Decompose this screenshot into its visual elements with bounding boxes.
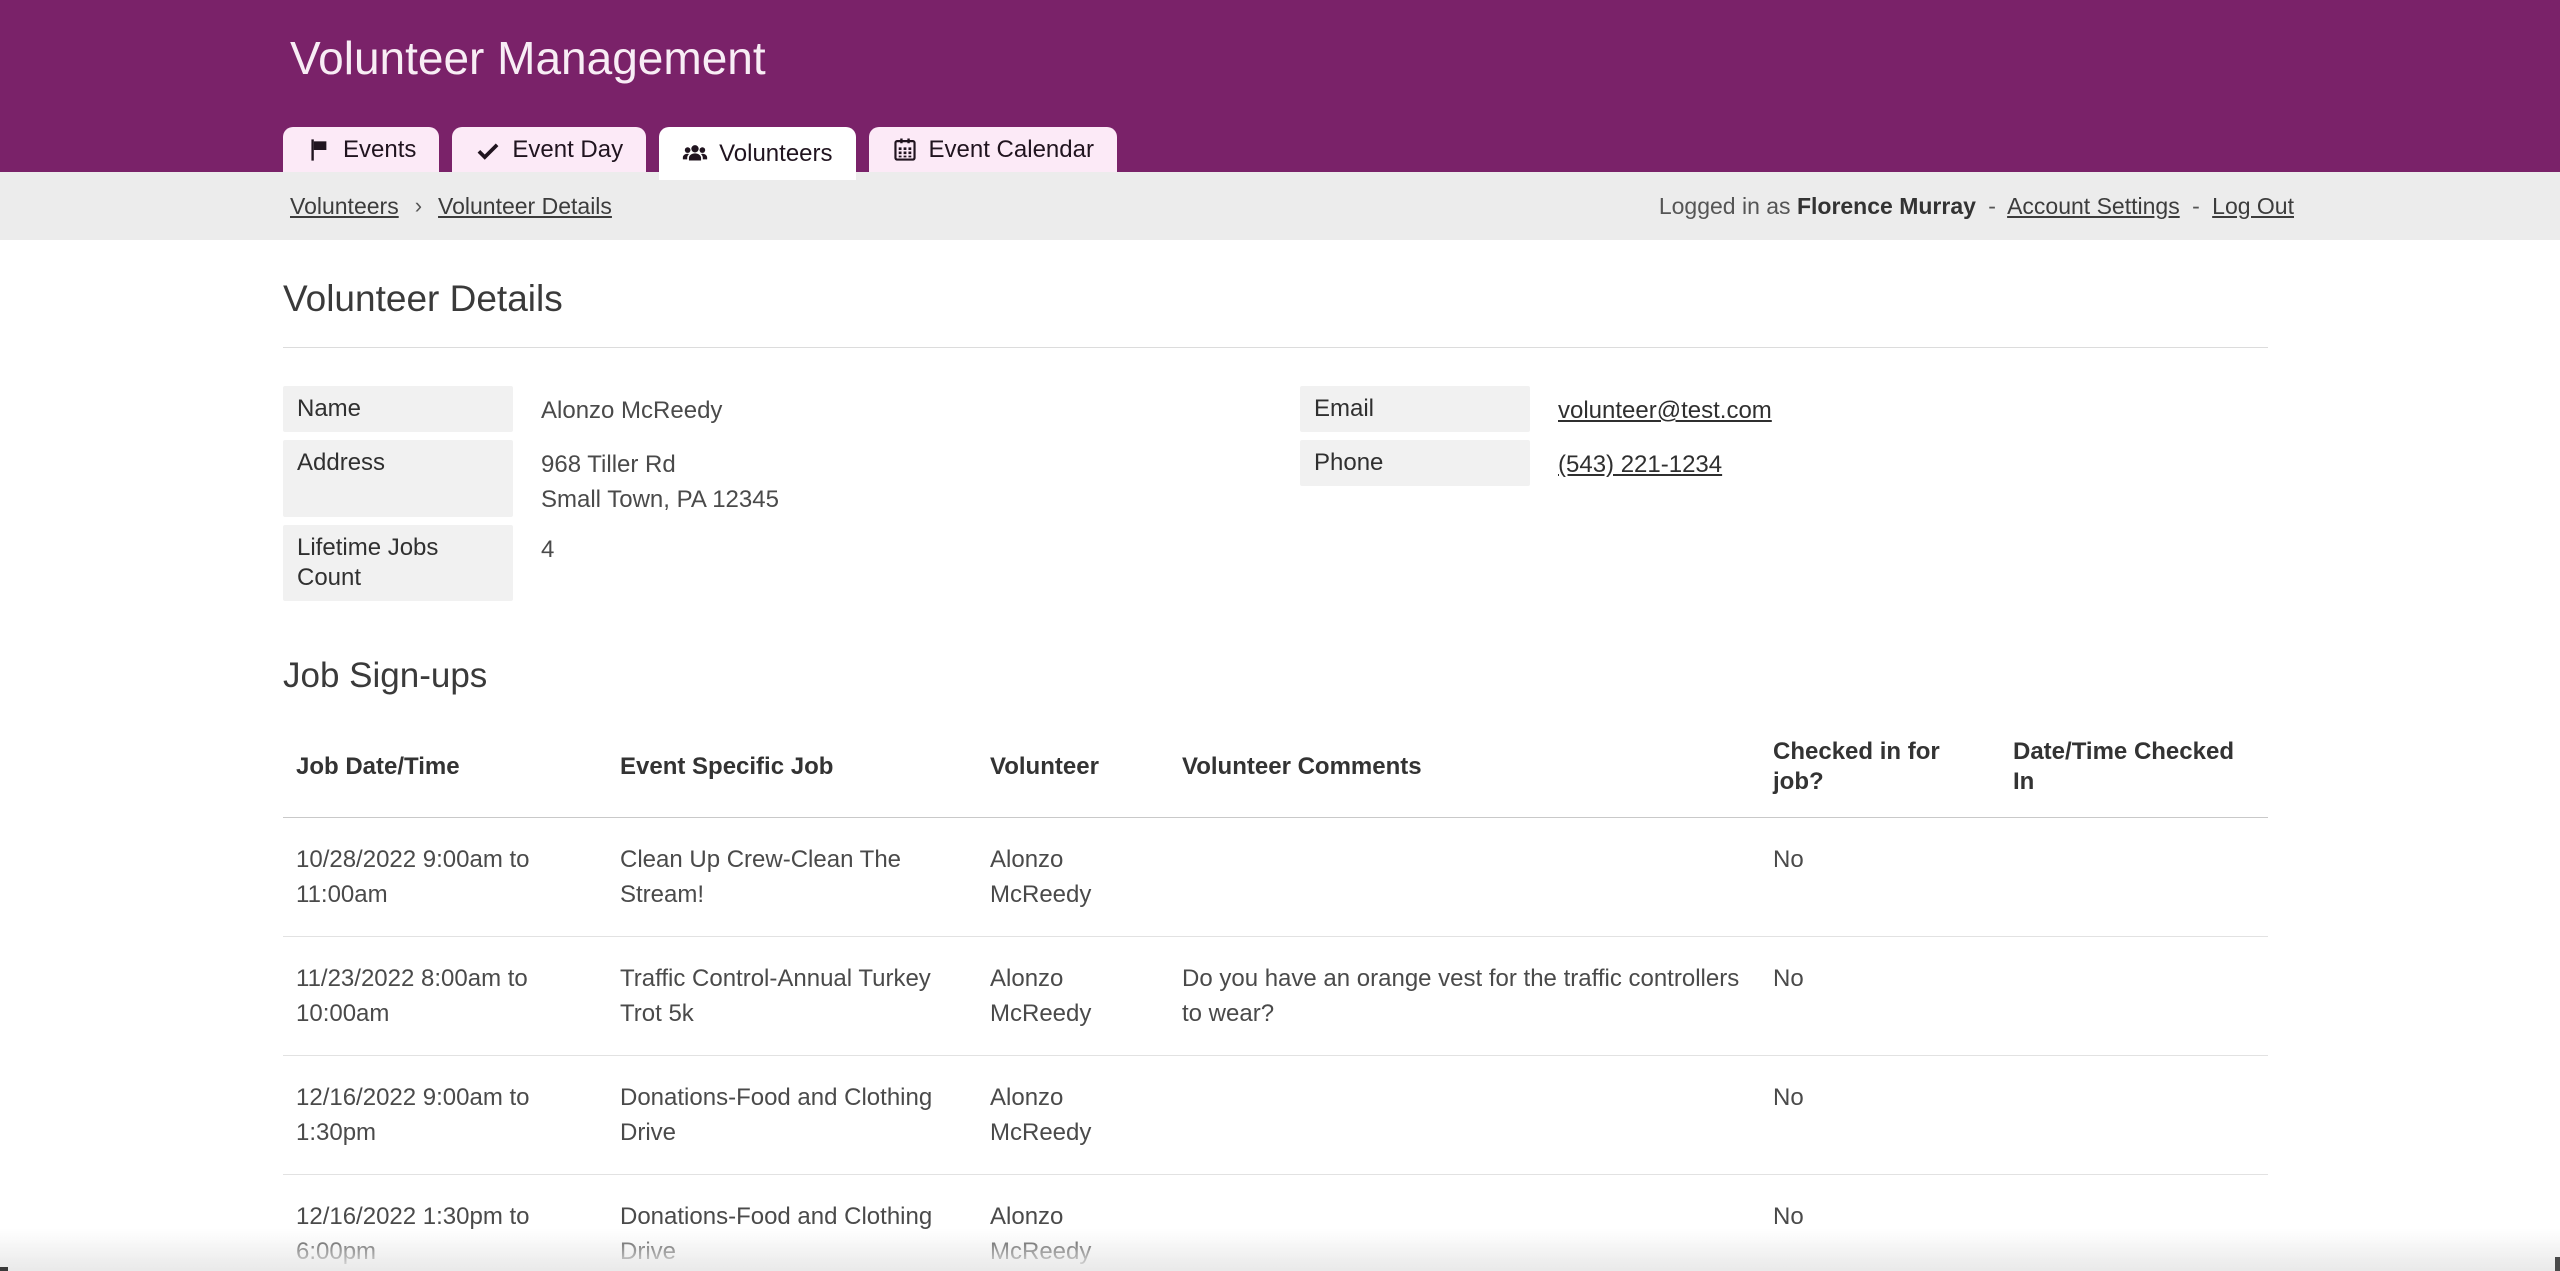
cell-event-specific-job: Donations-Food and Clothing Drive bbox=[607, 1175, 977, 1271]
session-dash: - bbox=[1988, 193, 1996, 219]
cell-job-datetime: 10/28/2022 9:00am to 11:00am bbox=[283, 818, 607, 937]
cell-volunteer: Alonzo McReedy bbox=[977, 937, 1169, 1056]
field-value: volunteer@test.com bbox=[1558, 386, 1772, 432]
field-value: (543) 221-1234 bbox=[1558, 440, 1722, 486]
log-out-link[interactable]: Log Out bbox=[2212, 193, 2294, 219]
field-label: Name bbox=[283, 386, 513, 432]
table-row: 12/16/2022 1:30pm to 6:00pm Donations-Fo… bbox=[283, 1175, 2268, 1271]
cell-checked-in: No bbox=[1760, 1056, 2000, 1175]
cell-job-datetime: 12/16/2022 9:00am to 1:30pm bbox=[283, 1056, 607, 1175]
tab-label: Event Day bbox=[512, 136, 623, 164]
address-line-1: 968 Tiller Rd bbox=[541, 447, 779, 482]
calendar-icon bbox=[892, 137, 918, 163]
field-value: 4 bbox=[541, 525, 554, 601]
cell-volunteer: Alonzo McReedy bbox=[977, 1056, 1169, 1175]
email-link[interactable]: volunteer@test.com bbox=[1558, 397, 1772, 424]
main-tab-bar: Events Event Day Volunteers bbox=[283, 127, 1117, 172]
cell-checked-in: No bbox=[1760, 1175, 2000, 1271]
details-right-column: Email volunteer@test.com Phone (543) 221… bbox=[1300, 386, 1772, 609]
volunteer-details-grid: Name Alonzo McReedy Address 968 Tiller R… bbox=[283, 386, 2268, 609]
cell-checked-in: No bbox=[1760, 818, 2000, 937]
check-icon bbox=[475, 137, 501, 163]
table-header-row: Job Date/Time Event Specific Job Volunte… bbox=[283, 723, 2268, 818]
page-title: Volunteer Management bbox=[0, 0, 2560, 86]
col-header-checked-in: Checked in for job? bbox=[1760, 723, 2000, 818]
field-label: Address bbox=[283, 440, 513, 517]
breadcrumb-volunteers-link[interactable]: Volunteers bbox=[290, 193, 399, 220]
cell-event-specific-job: Traffic Control-Annual Turkey Trot 5k bbox=[607, 937, 977, 1056]
cell-volunteer-comments bbox=[1169, 818, 1760, 937]
tab-events[interactable]: Events bbox=[283, 127, 439, 172]
col-header-job-datetime: Job Date/Time bbox=[283, 723, 607, 818]
cell-event-specific-job: Clean Up Crew-Clean The Stream! bbox=[607, 818, 977, 937]
cell-checked-in-time bbox=[2000, 1056, 2268, 1175]
cell-volunteer: Alonzo McReedy bbox=[977, 1175, 1169, 1271]
tab-event-calendar[interactable]: Event Calendar bbox=[869, 127, 1117, 172]
detail-row-address: Address 968 Tiller Rd Small Town, PA 123… bbox=[283, 440, 1300, 517]
session-username: Florence Murray bbox=[1797, 193, 1976, 219]
app-header: Volunteer Management Events Event Day bbox=[0, 0, 2560, 172]
page-edge-artifact-left bbox=[0, 1267, 8, 1271]
session-dash: - bbox=[2192, 193, 2200, 219]
job-signups-table: Job Date/Time Event Specific Job Volunte… bbox=[283, 723, 2268, 1271]
address-line-2: Small Town, PA 12345 bbox=[541, 482, 779, 517]
breadcrumb-separator-icon: › bbox=[415, 193, 422, 219]
table-row: 11/23/2022 8:00am to 10:00am Traffic Con… bbox=[283, 937, 2268, 1056]
cell-checked-in-time bbox=[2000, 1175, 2268, 1271]
session-prefix: Logged in as bbox=[1659, 193, 1791, 219]
cell-volunteer-comments bbox=[1169, 1056, 1760, 1175]
account-settings-link[interactable]: Account Settings bbox=[2007, 193, 2180, 219]
phone-link[interactable]: (543) 221-1234 bbox=[1558, 451, 1722, 478]
tab-label: Volunteers bbox=[719, 140, 832, 168]
detail-row-name: Name Alonzo McReedy bbox=[283, 386, 1300, 432]
breadcrumb: Volunteers › Volunteer Details bbox=[290, 193, 612, 220]
field-value: Alonzo McReedy bbox=[541, 386, 722, 432]
cell-volunteer-comments bbox=[1169, 1175, 1760, 1271]
tab-label: Event Calendar bbox=[929, 136, 1094, 164]
page-edge-artifact-right bbox=[2555, 1257, 2560, 1271]
table-row: 10/28/2022 9:00am to 11:00am Clean Up Cr… bbox=[283, 818, 2268, 937]
col-header-checked-in-time: Date/Time Checked In bbox=[2000, 723, 2268, 818]
field-label: Email bbox=[1300, 386, 1530, 432]
cell-checked-in-time bbox=[2000, 818, 2268, 937]
main-content: Volunteer Details Name Alonzo McReedy Ad… bbox=[283, 277, 2268, 1271]
detail-row-email: Email volunteer@test.com bbox=[1300, 386, 1772, 432]
tab-label: Events bbox=[343, 136, 416, 164]
volunteer-details-heading: Volunteer Details bbox=[283, 277, 2268, 321]
col-header-event-specific-job: Event Specific Job bbox=[607, 723, 977, 818]
users-icon bbox=[682, 141, 708, 167]
detail-row-lifetime-jobs: Lifetime Jobs Count 4 bbox=[283, 525, 1300, 601]
breadcrumb-bar: Volunteers › Volunteer Details Logged in… bbox=[0, 172, 2560, 240]
cell-volunteer: Alonzo McReedy bbox=[977, 818, 1169, 937]
cell-checked-in: No bbox=[1760, 937, 2000, 1056]
table-row: 12/16/2022 9:00am to 1:30pm Donations-Fo… bbox=[283, 1056, 2268, 1175]
field-label: Lifetime Jobs Count bbox=[283, 525, 513, 601]
field-label: Phone bbox=[1300, 440, 1530, 486]
breadcrumb-volunteer-details-link[interactable]: Volunteer Details bbox=[438, 193, 612, 220]
session-info: Logged in as Florence Murray - Account S… bbox=[1659, 193, 2294, 220]
job-signups-heading: Job Sign-ups bbox=[283, 655, 2268, 697]
detail-row-phone: Phone (543) 221-1234 bbox=[1300, 440, 1772, 486]
cell-checked-in-time bbox=[2000, 937, 2268, 1056]
tab-volunteers[interactable]: Volunteers bbox=[659, 127, 855, 180]
flag-icon bbox=[306, 137, 332, 163]
col-header-volunteer-comments: Volunteer Comments bbox=[1169, 723, 1760, 818]
details-left-column: Name Alonzo McReedy Address 968 Tiller R… bbox=[283, 386, 1300, 609]
heading-divider bbox=[283, 347, 2268, 348]
col-header-volunteer: Volunteer bbox=[977, 723, 1169, 818]
field-value: 968 Tiller Rd Small Town, PA 12345 bbox=[541, 440, 779, 517]
cell-volunteer-comments: Do you have an orange vest for the traff… bbox=[1169, 937, 1760, 1056]
cell-event-specific-job: Donations-Food and Clothing Drive bbox=[607, 1056, 977, 1175]
cell-job-datetime: 11/23/2022 8:00am to 10:00am bbox=[283, 937, 607, 1056]
tab-event-day[interactable]: Event Day bbox=[452, 127, 646, 172]
cell-job-datetime: 12/16/2022 1:30pm to 6:00pm bbox=[283, 1175, 607, 1271]
